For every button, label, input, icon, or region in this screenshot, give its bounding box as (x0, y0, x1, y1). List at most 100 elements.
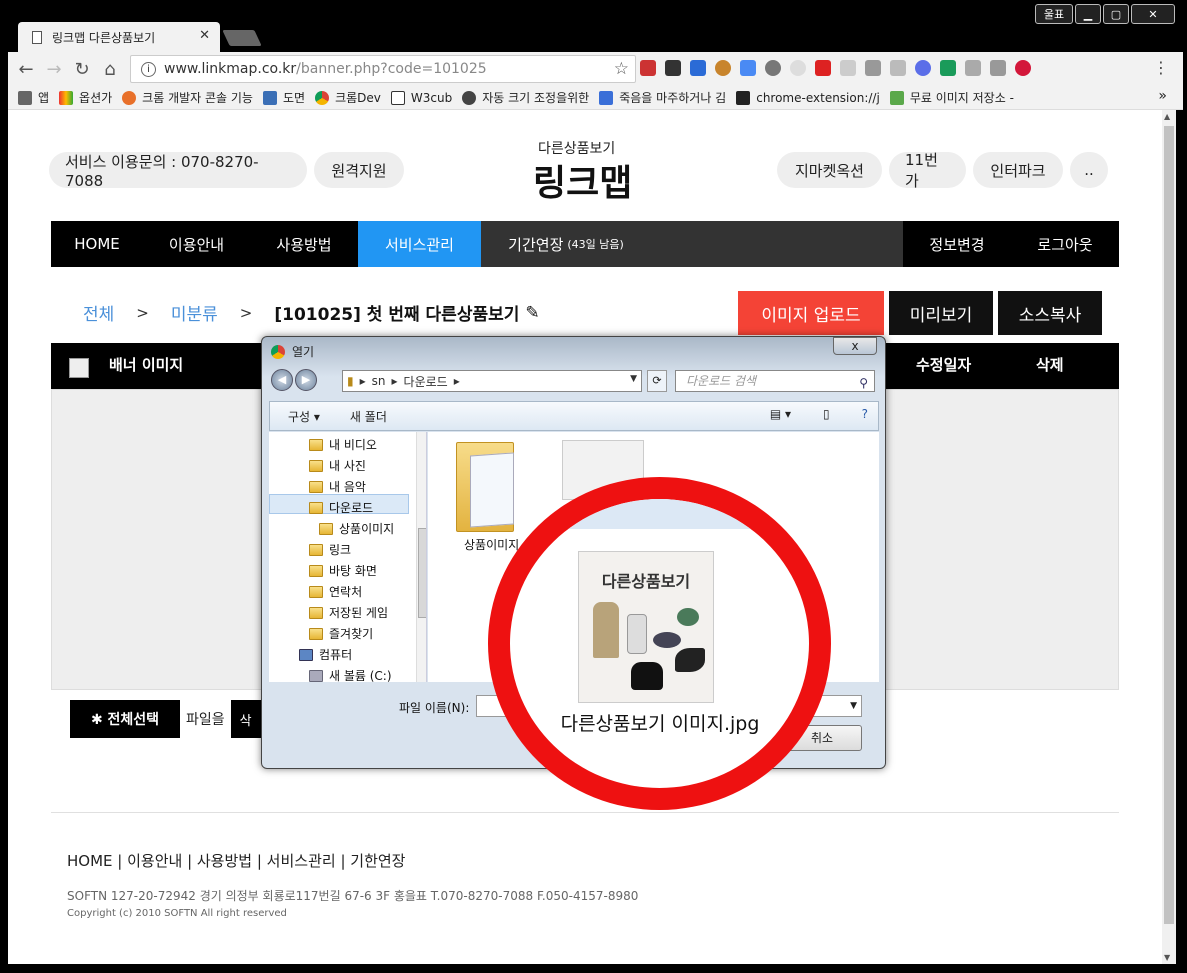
nav-extend[interactable]: 기간연장 (43일 남음) (481, 221, 651, 267)
bookmark-star-icon[interactable]: ☆ (614, 59, 629, 79)
dialog-close-button[interactable]: x (833, 337, 877, 355)
home-icon[interactable]: ⌂ (96, 59, 124, 80)
bookmark-item[interactable]: 앱 (18, 89, 49, 106)
remote-support-button[interactable]: 원격지원 (314, 152, 404, 188)
zoomed-image-thumbnail[interactable]: 다른상품보기 (578, 551, 714, 703)
path-segment[interactable]: 다운로드 (404, 373, 448, 390)
cookie-icon[interactable] (715, 60, 731, 76)
search-icon[interactable]: ⚲ (859, 373, 868, 393)
view-icon[interactable]: ▤ ▾ (770, 407, 791, 421)
folder-tree: 내 비디오 내 사진 내 음악 다운로드 상품이미지 링크 바탕 화면 연락처 … (269, 432, 427, 682)
extension-icon[interactable] (990, 60, 1006, 76)
extension-icon[interactable] (690, 60, 706, 76)
extension-icon[interactable] (665, 60, 681, 76)
bookmark-item[interactable]: 크롬 개발자 콘솔 기능 (122, 89, 253, 106)
bookmark-item[interactable]: chrome-extension://j (736, 90, 880, 105)
new-folder-button[interactable]: 새 폴더 (350, 408, 387, 425)
nav-service-manage[interactable]: 서비스관리 (358, 221, 481, 267)
site-logo[interactable]: 링크맵 (533, 154, 632, 206)
close-tab-icon[interactable]: ✕ (199, 28, 210, 43)
pinterest-icon[interactable] (1015, 60, 1031, 76)
preview-button[interactable]: 미리보기 (889, 291, 993, 335)
breadcrumb-category[interactable]: 미분류 (171, 300, 218, 325)
back-icon[interactable]: ← (12, 59, 40, 80)
minimize-icon[interactable]: ▁ (1075, 4, 1101, 24)
nav-guide[interactable]: 이용안내 (143, 221, 250, 267)
footer-nav[interactable]: HOME | 이용안내 | 사용방법 | 서비스관리 | 기한연장 (67, 850, 405, 871)
extension-icon[interactable] (915, 60, 931, 76)
tree-item-drive[interactable]: 새 볼륨 (C:) (309, 667, 392, 682)
close-window-icon[interactable]: ✕ (1131, 4, 1175, 24)
select-all-button[interactable]: ✱ 전체선택 (70, 700, 180, 738)
tree-item[interactable]: 연락처 (309, 583, 362, 600)
tree-item[interactable]: 저장된 게임 (309, 604, 388, 621)
profile-button[interactable]: 울표 (1035, 4, 1073, 24)
address-bar[interactable]: i www.linkmap.co.kr /banner.php?code=101… (130, 55, 636, 83)
extension-icon[interactable] (840, 60, 856, 76)
info-icon[interactable]: i (141, 61, 156, 77)
refresh-icon[interactable]: ⟳ (647, 370, 667, 392)
tree-item[interactable]: 바탕 화면 (309, 562, 377, 579)
scrollbar-thumb[interactable] (1164, 126, 1174, 924)
tree-item-downloads[interactable]: 다운로드 (309, 499, 373, 516)
upload-image-button[interactable]: 이미지 업로드 (738, 291, 884, 335)
page-scrollbar[interactable]: ▲ ▼ (1162, 110, 1176, 964)
tree-item[interactable]: 즐겨찾기 (309, 625, 373, 642)
tree-item[interactable]: 상품이미지 (319, 520, 394, 537)
copy-source-button[interactable]: 소스복사 (998, 291, 1102, 335)
bookmark-item[interactable]: 크롬Dev (315, 89, 381, 106)
extension-icon[interactable] (765, 60, 781, 76)
delete-button[interactable]: 삭 (230, 700, 261, 738)
organize-button[interactable]: 구성 ▾ (288, 408, 320, 425)
help-icon[interactable]: ? (862, 407, 868, 421)
bookmark-item[interactable]: 무료 이미지 저장소 - (889, 89, 1014, 106)
folder-label[interactable]: 상품이미지 (464, 536, 519, 553)
forward-icon[interactable]: ▶ (295, 369, 317, 391)
chevron-down-icon[interactable]: ▼ (630, 374, 637, 384)
path-segment[interactable]: sn (372, 374, 386, 388)
tree-item[interactable]: 내 비디오 (309, 436, 377, 453)
bookmarks-more[interactable]: » (1158, 88, 1167, 104)
bookmark-item[interactable]: W3cub (390, 90, 452, 105)
extension-icon[interactable] (640, 60, 656, 76)
interpark-link[interactable]: 인터파크 (973, 152, 1063, 188)
extension-icon[interactable] (790, 60, 806, 76)
bookmark-item[interactable]: 자동 크기 조정을위한 (462, 89, 589, 106)
gmarket-link[interactable]: 지마켓옥션 (777, 152, 882, 188)
extension-icon[interactable] (815, 60, 831, 76)
back-icon[interactable]: ◀ (271, 369, 293, 391)
nav-usage[interactable]: 사용방법 (250, 221, 358, 267)
menu-icon[interactable]: ⋮ (1153, 58, 1169, 77)
nav-home[interactable]: HOME (51, 221, 143, 267)
tree-item[interactable]: 내 사진 (309, 457, 366, 474)
bookmark-item[interactable]: 도면 (262, 89, 305, 106)
bookmark-item[interactable]: 옵션가 (59, 89, 112, 106)
tree-item-computer[interactable]: 컴퓨터 (299, 646, 352, 663)
dialog-search-input[interactable]: 다운로드 검색 ⚲ (675, 370, 875, 392)
tree-scrollbar[interactable] (416, 432, 426, 682)
11st-link[interactable]: 11번가 (889, 151, 966, 190)
more-link[interactable]: .. (1070, 152, 1108, 188)
tree-item[interactable]: 내 음악 (309, 478, 366, 495)
extension-icon[interactable] (965, 60, 981, 76)
extension-icon[interactable] (740, 60, 756, 76)
maximize-icon[interactable]: ▢ (1103, 4, 1129, 24)
extension-icon[interactable] (890, 60, 906, 76)
tree-item[interactable]: 링크 (309, 541, 351, 558)
new-tab-button[interactable] (222, 30, 262, 46)
breadcrumb-root[interactable]: 전체 (83, 300, 114, 325)
select-all-checkbox[interactable] (69, 358, 89, 378)
bag-image (631, 662, 663, 690)
forward-icon[interactable]: → (40, 59, 68, 80)
pencil-icon[interactable]: ✎ (525, 303, 539, 323)
preview-pane-icon[interactable]: ▯ (823, 407, 830, 421)
bookmark-item[interactable]: 죽음을 마주하거나 김 (599, 89, 726, 106)
reload-icon[interactable]: ↻ (68, 59, 96, 80)
contact-pill[interactable]: 서비스 이용문의 : 070-8270-7088 (49, 152, 307, 190)
dialog-path-bar[interactable]: ▮ ▸ sn ▸ 다운로드 ▸ ▼ (342, 370, 642, 392)
nav-profile[interactable]: 정보변경 (903, 221, 1011, 267)
browser-tab[interactable]: 링크맵 다른상품보기 ✕ (18, 22, 220, 52)
extension-icon[interactable] (940, 60, 956, 76)
nav-logout[interactable]: 로그아웃 (1011, 221, 1119, 267)
extension-icon[interactable] (865, 60, 881, 76)
